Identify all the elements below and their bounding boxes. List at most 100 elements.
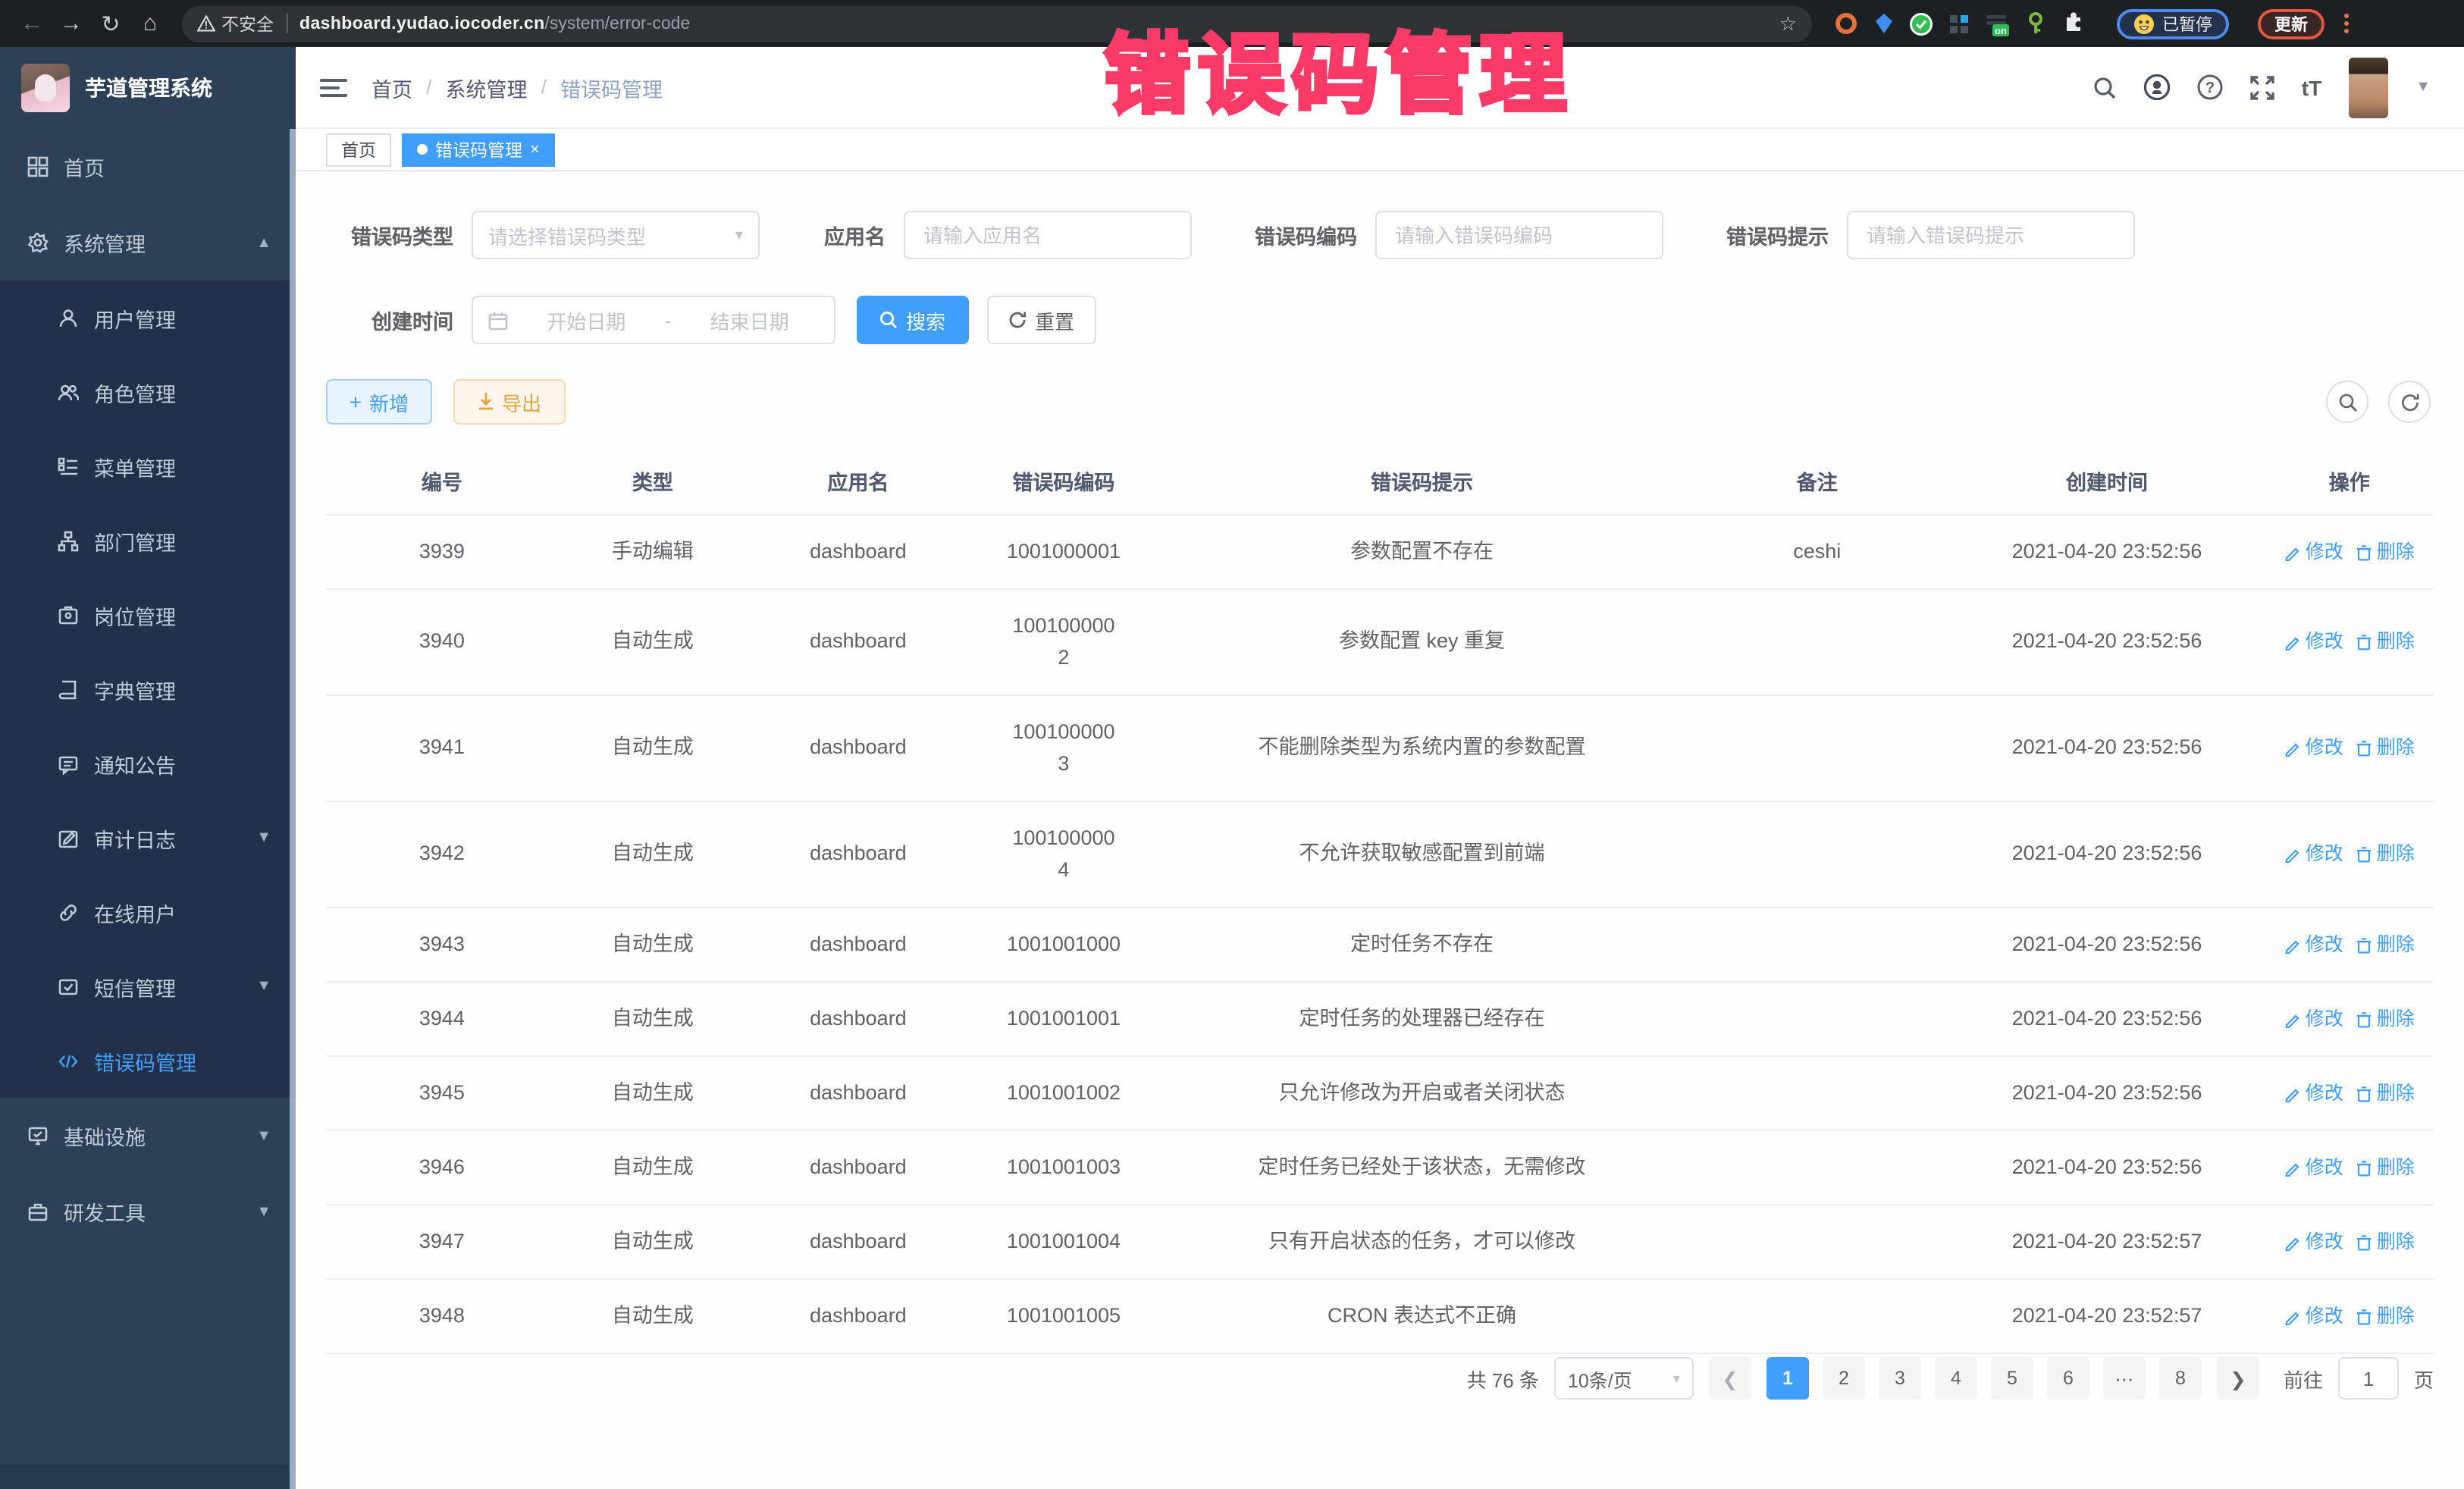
tab-active[interactable]: 错误码管理× xyxy=(402,133,555,166)
delete-link[interactable]: 删除 xyxy=(2357,1005,2415,1033)
sidebar-item-11[interactable]: 短信管理▼ xyxy=(0,949,296,1023)
edit-link[interactable]: 修改 xyxy=(2284,930,2343,959)
toggle-search-icon[interactable] xyxy=(2326,381,2368,423)
start-date-placeholder[interactable]: 开始日期 xyxy=(517,306,656,334)
table-row[interactable]: 3945自动生成dashboard1001001002只允许修改为开启或者关闭状… xyxy=(326,1057,2434,1131)
page-size-select[interactable]: 10条/页 ▾ xyxy=(1554,1357,1694,1400)
fullscreen-icon[interactable] xyxy=(2250,75,2274,99)
font-size-icon[interactable]: tT xyxy=(2302,75,2321,99)
extension-blue-pin-icon[interactable] xyxy=(1871,11,1895,36)
bookmark-star-icon[interactable]: ☆ xyxy=(1779,11,1797,36)
delete-link[interactable]: 删除 xyxy=(2357,538,2415,566)
browser-home-button[interactable]: ⌂ xyxy=(130,4,170,43)
sidebar-item-6[interactable]: 岗位管理 xyxy=(0,578,296,652)
table-row[interactable]: 3939手动编辑dashboard1001000001参数配置不存在ceshi2… xyxy=(326,516,2434,590)
delete-link[interactable]: 删除 xyxy=(2357,840,2415,869)
search-icon[interactable] xyxy=(2093,75,2117,99)
breadcrumb-system[interactable]: 系统管理 xyxy=(446,72,528,102)
table-row[interactable]: 3942自动生成dashboard1001000004不允许获取敏感配置到前端2… xyxy=(326,802,2434,908)
sidebar-collapse-bar[interactable] xyxy=(0,1465,290,1489)
table-row[interactable]: 3941自动生成dashboard1001000003不能删除类型为系统内置的参… xyxy=(326,696,2434,802)
table-row[interactable]: 3940自动生成dashboard1001000002参数配置 key 重复20… xyxy=(326,590,2434,696)
table-row[interactable]: 3944自动生成dashboard1001001001定时任务的处理器已经存在2… xyxy=(326,983,2434,1057)
edit-link[interactable]: 修改 xyxy=(2284,538,2343,566)
github-icon[interactable] xyxy=(2144,74,2170,100)
error-type-select[interactable]: 请选择错误码类型 ▾ xyxy=(472,211,760,259)
page-button-3[interactable]: 3 xyxy=(1879,1357,1921,1400)
browser-forward-button[interactable]: → xyxy=(52,4,91,43)
delete-link[interactable]: 删除 xyxy=(2357,930,2415,959)
error-hint-input[interactable] xyxy=(1864,222,2118,248)
delete-link[interactable]: 删除 xyxy=(2357,628,2415,657)
sidebar-item-1[interactable]: 系统管理▲ xyxy=(0,205,296,281)
browser-reload-button[interactable]: ↻ xyxy=(91,4,130,43)
sidebar-item-0[interactable]: 首页 xyxy=(0,129,296,205)
reset-button[interactable]: 重置 xyxy=(987,296,1096,344)
search-button[interactable]: 搜索 xyxy=(857,296,969,344)
delete-link[interactable]: 删除 xyxy=(2357,1227,2415,1256)
sidebar-item-5[interactable]: 部门管理 xyxy=(0,503,296,578)
sidebar-item-3[interactable]: 角色管理 xyxy=(0,355,296,429)
delete-link[interactable]: 删除 xyxy=(2357,734,2415,763)
delete-link[interactable]: 删除 xyxy=(2357,1302,2415,1331)
profile-paused-badge[interactable]: 已暂停 xyxy=(2117,8,2229,39)
table-row[interactable]: 3948自动生成dashboard1001001005CRON 表达式不正确20… xyxy=(326,1280,2434,1354)
extension-gem-grid-icon[interactable] xyxy=(1947,11,1971,36)
extension-on-badge-icon[interactable]: on xyxy=(1985,11,2009,36)
prev-page-button[interactable]: ❮ xyxy=(1709,1357,1751,1400)
sidebar-item-12[interactable]: 错误码管理 xyxy=(0,1023,296,1098)
delete-link[interactable]: 删除 xyxy=(2357,1153,2415,1182)
sidebar-item-13[interactable]: 基础设施▼ xyxy=(0,1098,296,1174)
refresh-table-icon[interactable] xyxy=(2388,381,2431,423)
browser-update-button[interactable]: 更新 xyxy=(2258,8,2324,39)
extension-orange-icon[interactable] xyxy=(1833,11,1857,36)
page-button-5[interactable]: 5 xyxy=(1991,1357,2033,1400)
sidebar-scrollbar[interactable] xyxy=(290,129,296,1489)
help-icon[interactable]: ? xyxy=(2197,74,2223,100)
sidebar-logo[interactable]: 芋道管理系统 xyxy=(0,47,296,129)
app-name-input[interactable] xyxy=(920,222,1175,248)
edit-link[interactable]: 修改 xyxy=(2284,1302,2343,1331)
edit-link[interactable]: 修改 xyxy=(2284,1227,2343,1256)
next-page-button[interactable]: ❯ xyxy=(2217,1357,2259,1400)
delete-link[interactable]: 删除 xyxy=(2357,1079,2415,1108)
error-code-input[interactable] xyxy=(1392,222,1647,248)
date-range-picker[interactable]: 开始日期 - 结束日期 xyxy=(472,296,835,344)
breadcrumb-home[interactable]: 首页 xyxy=(371,72,412,102)
page-button-1[interactable]: 1 xyxy=(1766,1357,1809,1400)
browser-back-button[interactable]: ← xyxy=(12,4,52,43)
not-secure-warning[interactable]: 不安全 xyxy=(197,11,274,36)
browser-menu-icon[interactable] xyxy=(2344,14,2349,33)
table-row[interactable]: 3943自动生成dashboard1001001000定时任务不存在2021-0… xyxy=(326,908,2434,983)
page-button-4[interactable]: 4 xyxy=(1935,1357,1977,1400)
sidebar-item-7[interactable]: 字典管理 xyxy=(0,652,296,726)
sidebar-item-4[interactable]: 菜单管理 xyxy=(0,429,296,503)
sidebar-item-14[interactable]: 研发工具▼ xyxy=(0,1174,296,1249)
tab-inactive[interactable]: 首页 xyxy=(326,133,391,166)
page-button-2[interactable]: 2 xyxy=(1823,1357,1865,1400)
edit-link[interactable]: 修改 xyxy=(2284,628,2343,657)
extensions-puzzle-icon[interactable] xyxy=(2061,11,2085,36)
extension-green-circle-icon[interactable] xyxy=(1909,11,1933,36)
goto-page-input[interactable] xyxy=(2338,1357,2399,1400)
chevron-down-icon[interactable]: ▼ xyxy=(2415,79,2431,96)
sidebar-item-10[interactable]: 在线用户 xyxy=(0,875,296,949)
close-icon[interactable]: × xyxy=(530,140,540,158)
sidebar-item-2[interactable]: 用户管理 xyxy=(0,281,296,355)
sidebar-toggle-icon[interactable] xyxy=(320,78,347,96)
end-date-placeholder[interactable]: 结束日期 xyxy=(680,306,819,334)
page-ellipsis[interactable]: ⋯ xyxy=(2103,1357,2146,1400)
url-bar[interactable]: 不安全 dashboard.yudao.iocoder.cn/system/er… xyxy=(182,5,1812,42)
edit-link[interactable]: 修改 xyxy=(2284,1005,2343,1033)
add-button[interactable]: + 新增 xyxy=(326,379,432,425)
export-button[interactable]: 导出 xyxy=(453,379,566,425)
table-row[interactable]: 3947自动生成dashboard1001001004只有开启状态的任务，才可以… xyxy=(326,1205,2434,1280)
edit-link[interactable]: 修改 xyxy=(2284,1153,2343,1182)
avatar[interactable] xyxy=(2349,57,2388,118)
edit-link[interactable]: 修改 xyxy=(2284,734,2343,763)
edit-link[interactable]: 修改 xyxy=(2284,840,2343,869)
page-button-6[interactable]: 6 xyxy=(2047,1357,2089,1400)
extension-green-key-icon[interactable] xyxy=(2023,11,2047,36)
page-button-8[interactable]: 8 xyxy=(2159,1357,2202,1400)
table-row[interactable]: 3946自动生成dashboard1001001003定时任务已经处于该状态，无… xyxy=(326,1131,2434,1205)
